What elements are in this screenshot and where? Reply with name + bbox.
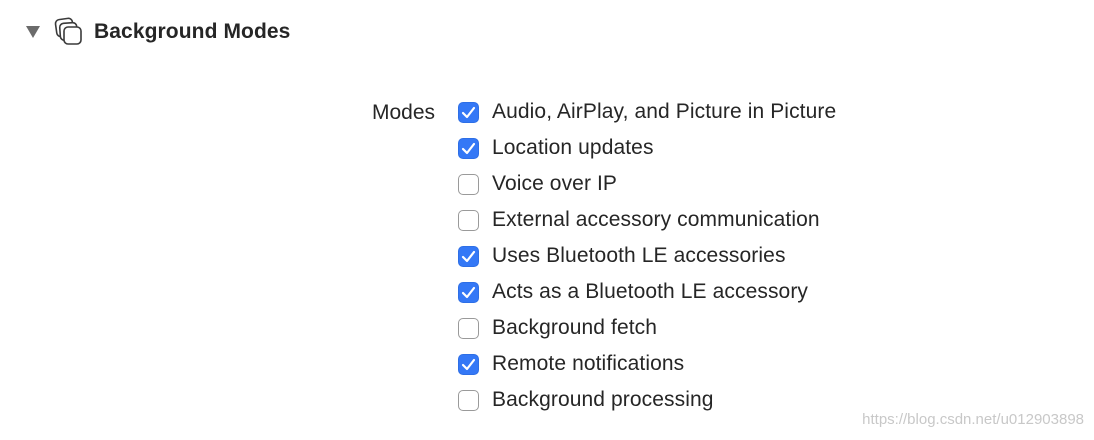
checkmark-icon	[461, 106, 476, 119]
section-header: Background Modes	[24, 14, 290, 50]
mode-option-label: External accessory communication	[492, 208, 820, 231]
modes-label: Modes	[372, 101, 436, 124]
stacked-layers-icon	[52, 15, 86, 49]
mode-option[interactable]: Location updates	[458, 130, 836, 166]
checkbox-unchecked[interactable]	[458, 209, 479, 231]
disclosure-triangle-icon[interactable]	[24, 23, 42, 41]
mode-option-label: Acts as a Bluetooth LE accessory	[492, 280, 809, 303]
mode-option[interactable]: Acts as a Bluetooth LE accessory	[458, 274, 836, 310]
mode-option-label: Audio, AirPlay, and Picture in Picture	[492, 100, 837, 123]
checkbox-checked[interactable]	[458, 137, 479, 159]
mode-option-label: Voice over IP	[492, 172, 618, 195]
checkbox-unchecked[interactable]	[458, 173, 479, 195]
checkbox-checked[interactable]	[458, 353, 479, 375]
checkbox-checked[interactable]	[458, 101, 479, 123]
mode-option[interactable]: Background fetch	[458, 310, 836, 346]
mode-option-label: Uses Bluetooth LE accessories	[492, 244, 786, 267]
mode-option-label: Location updates	[492, 136, 654, 159]
watermark: https://blog.csdn.net/u012903898	[862, 411, 1084, 428]
checkbox-unchecked[interactable]	[458, 317, 479, 339]
mode-option[interactable]: External accessory communication	[458, 202, 836, 238]
checkmark-icon	[461, 358, 476, 371]
checkbox-checked[interactable]	[458, 245, 479, 267]
mode-option[interactable]: Audio, AirPlay, and Picture in Picture	[458, 94, 836, 130]
mode-option[interactable]: Uses Bluetooth LE accessories	[458, 238, 836, 274]
checkmark-icon	[461, 142, 476, 155]
checkmark-icon	[461, 250, 476, 263]
mode-option[interactable]: Remote notifications	[458, 346, 836, 382]
mode-option-label: Remote notifications	[492, 352, 685, 375]
mode-option[interactable]: Voice over IP	[458, 166, 836, 202]
checkmark-icon	[461, 286, 476, 299]
section-title: Background Modes	[94, 20, 291, 43]
mode-option-label: Background fetch	[492, 316, 658, 339]
mode-option[interactable]: Background processing	[458, 382, 836, 418]
mode-option-label: Background processing	[492, 388, 714, 411]
capability-panel: Background Modes Modes Audio, AirPlay, a…	[0, 0, 1094, 440]
checkbox-checked[interactable]	[458, 281, 479, 303]
modes-checkbox-list: Audio, AirPlay, and Picture in Picture Lo…	[458, 94, 836, 418]
checkbox-unchecked[interactable]	[458, 389, 479, 411]
